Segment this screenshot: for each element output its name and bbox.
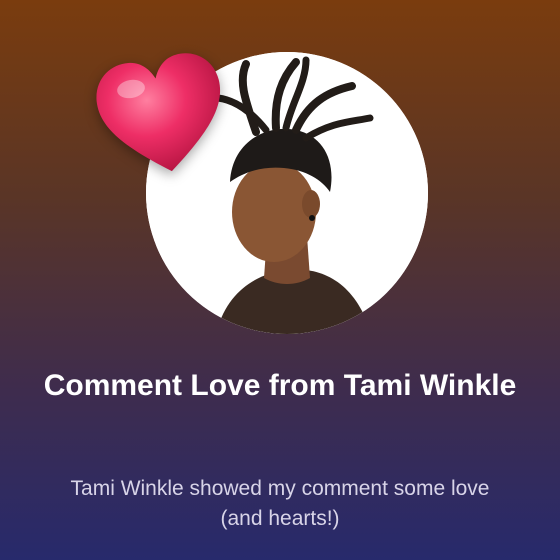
- notification-card[interactable]: Comment Love from Tami Winkle Tami Winkl…: [0, 0, 560, 560]
- notification-subtitle: Tami Winkle showed my comment some love …: [70, 477, 490, 530]
- notification-title: Comment Love from Tami Winkle: [43, 369, 517, 402]
- heart-icon: [96, 53, 220, 172]
